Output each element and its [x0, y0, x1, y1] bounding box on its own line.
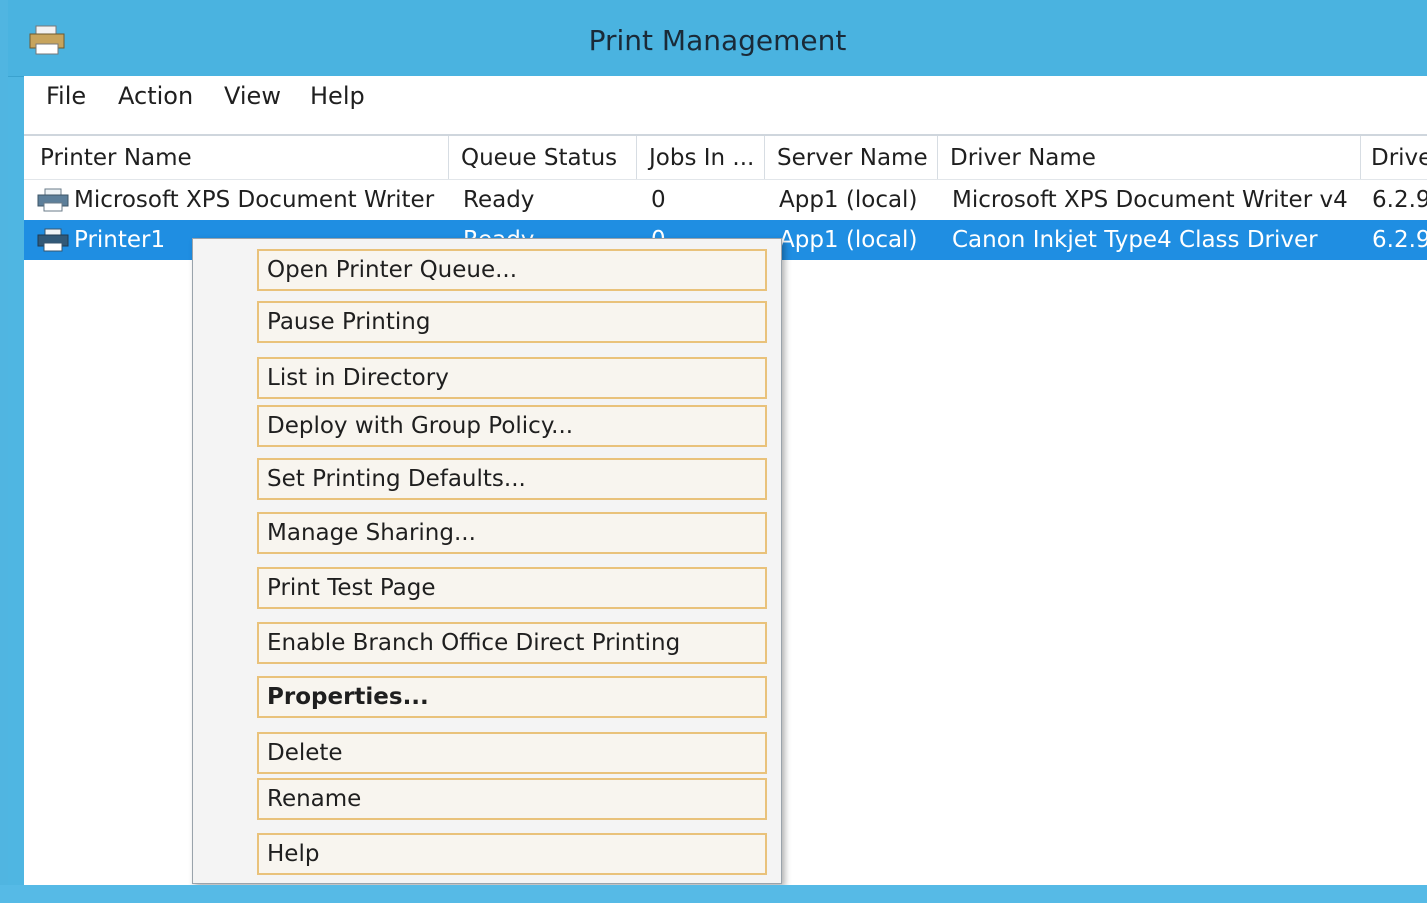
cell-driver-name: Microsoft XPS Document Writer v4 — [952, 187, 1348, 213]
context-menu: Open Printer Queue... Pause Printing Lis… — [192, 238, 782, 884]
menu-manage-sharing[interactable]: Manage Sharing... — [257, 512, 767, 554]
menu-bar: File Action View Help — [24, 76, 1427, 136]
menu-deploy-group-policy[interactable]: Deploy with Group Policy... — [257, 405, 767, 447]
printer-name-text: Printer1 — [74, 227, 166, 253]
cell-server-name: App1 (local) — [779, 187, 918, 213]
menu-help[interactable]: Help — [308, 82, 367, 110]
menu-view[interactable]: View — [222, 82, 283, 110]
column-server-name[interactable]: Server Name — [765, 136, 938, 179]
window-bottom-border — [0, 885, 1427, 903]
print-management-window: Print Management File Action View Help P… — [0, 0, 1427, 903]
column-queue-status[interactable]: Queue Status — [449, 136, 637, 179]
cell-queue-status: Ready — [463, 187, 535, 213]
window-left-border — [0, 0, 8, 903]
printer-name-text: Microsoft XPS Document Writer — [74, 187, 435, 213]
printer-icon — [37, 228, 69, 252]
table-row[interactable]: Microsoft XPS Document Writer Ready 0 Ap… — [24, 180, 1427, 220]
cell-driver-name: Canon Inkjet Type4 Class Driver — [952, 227, 1318, 253]
window-title: Print Management — [588, 24, 847, 57]
title-bar[interactable]: Print Management — [8, 0, 1427, 77]
menu-rename[interactable]: Rename — [257, 778, 767, 820]
cell-driver-version: 6.2.9 — [1372, 227, 1427, 253]
menu-properties[interactable]: Properties... — [257, 676, 767, 718]
column-jobs-in[interactable]: Jobs In ... — [637, 136, 765, 179]
menu-pause-printing[interactable]: Pause Printing — [257, 301, 767, 343]
menu-set-printing-defaults[interactable]: Set Printing Defaults... — [257, 458, 767, 500]
cell-printer-name: Microsoft XPS Document Writer — [36, 180, 451, 220]
menu-enable-branch-office-printing[interactable]: Enable Branch Office Direct Printing — [257, 622, 767, 664]
cell-driver-version: 6.2.9 — [1372, 187, 1427, 213]
menu-help[interactable]: Help — [257, 833, 767, 875]
column-printer-name[interactable]: Printer Name — [24, 136, 449, 179]
menu-open-printer-queue[interactable]: Open Printer Queue... — [257, 249, 767, 291]
cell-jobs-in: 0 — [651, 187, 666, 213]
printer-icon — [37, 188, 69, 212]
column-driver-name[interactable]: Driver Name — [938, 136, 1361, 179]
menu-file[interactable]: File — [44, 82, 88, 110]
menu-list-in-directory[interactable]: List in Directory — [257, 357, 767, 399]
cell-server-name: App1 (local) — [779, 227, 918, 253]
menu-print-test-page[interactable]: Print Test Page — [257, 567, 767, 609]
menu-action[interactable]: Action — [116, 82, 195, 110]
menu-delete[interactable]: Delete — [257, 732, 767, 774]
column-driver-version[interactable]: Drive — [1361, 136, 1427, 179]
